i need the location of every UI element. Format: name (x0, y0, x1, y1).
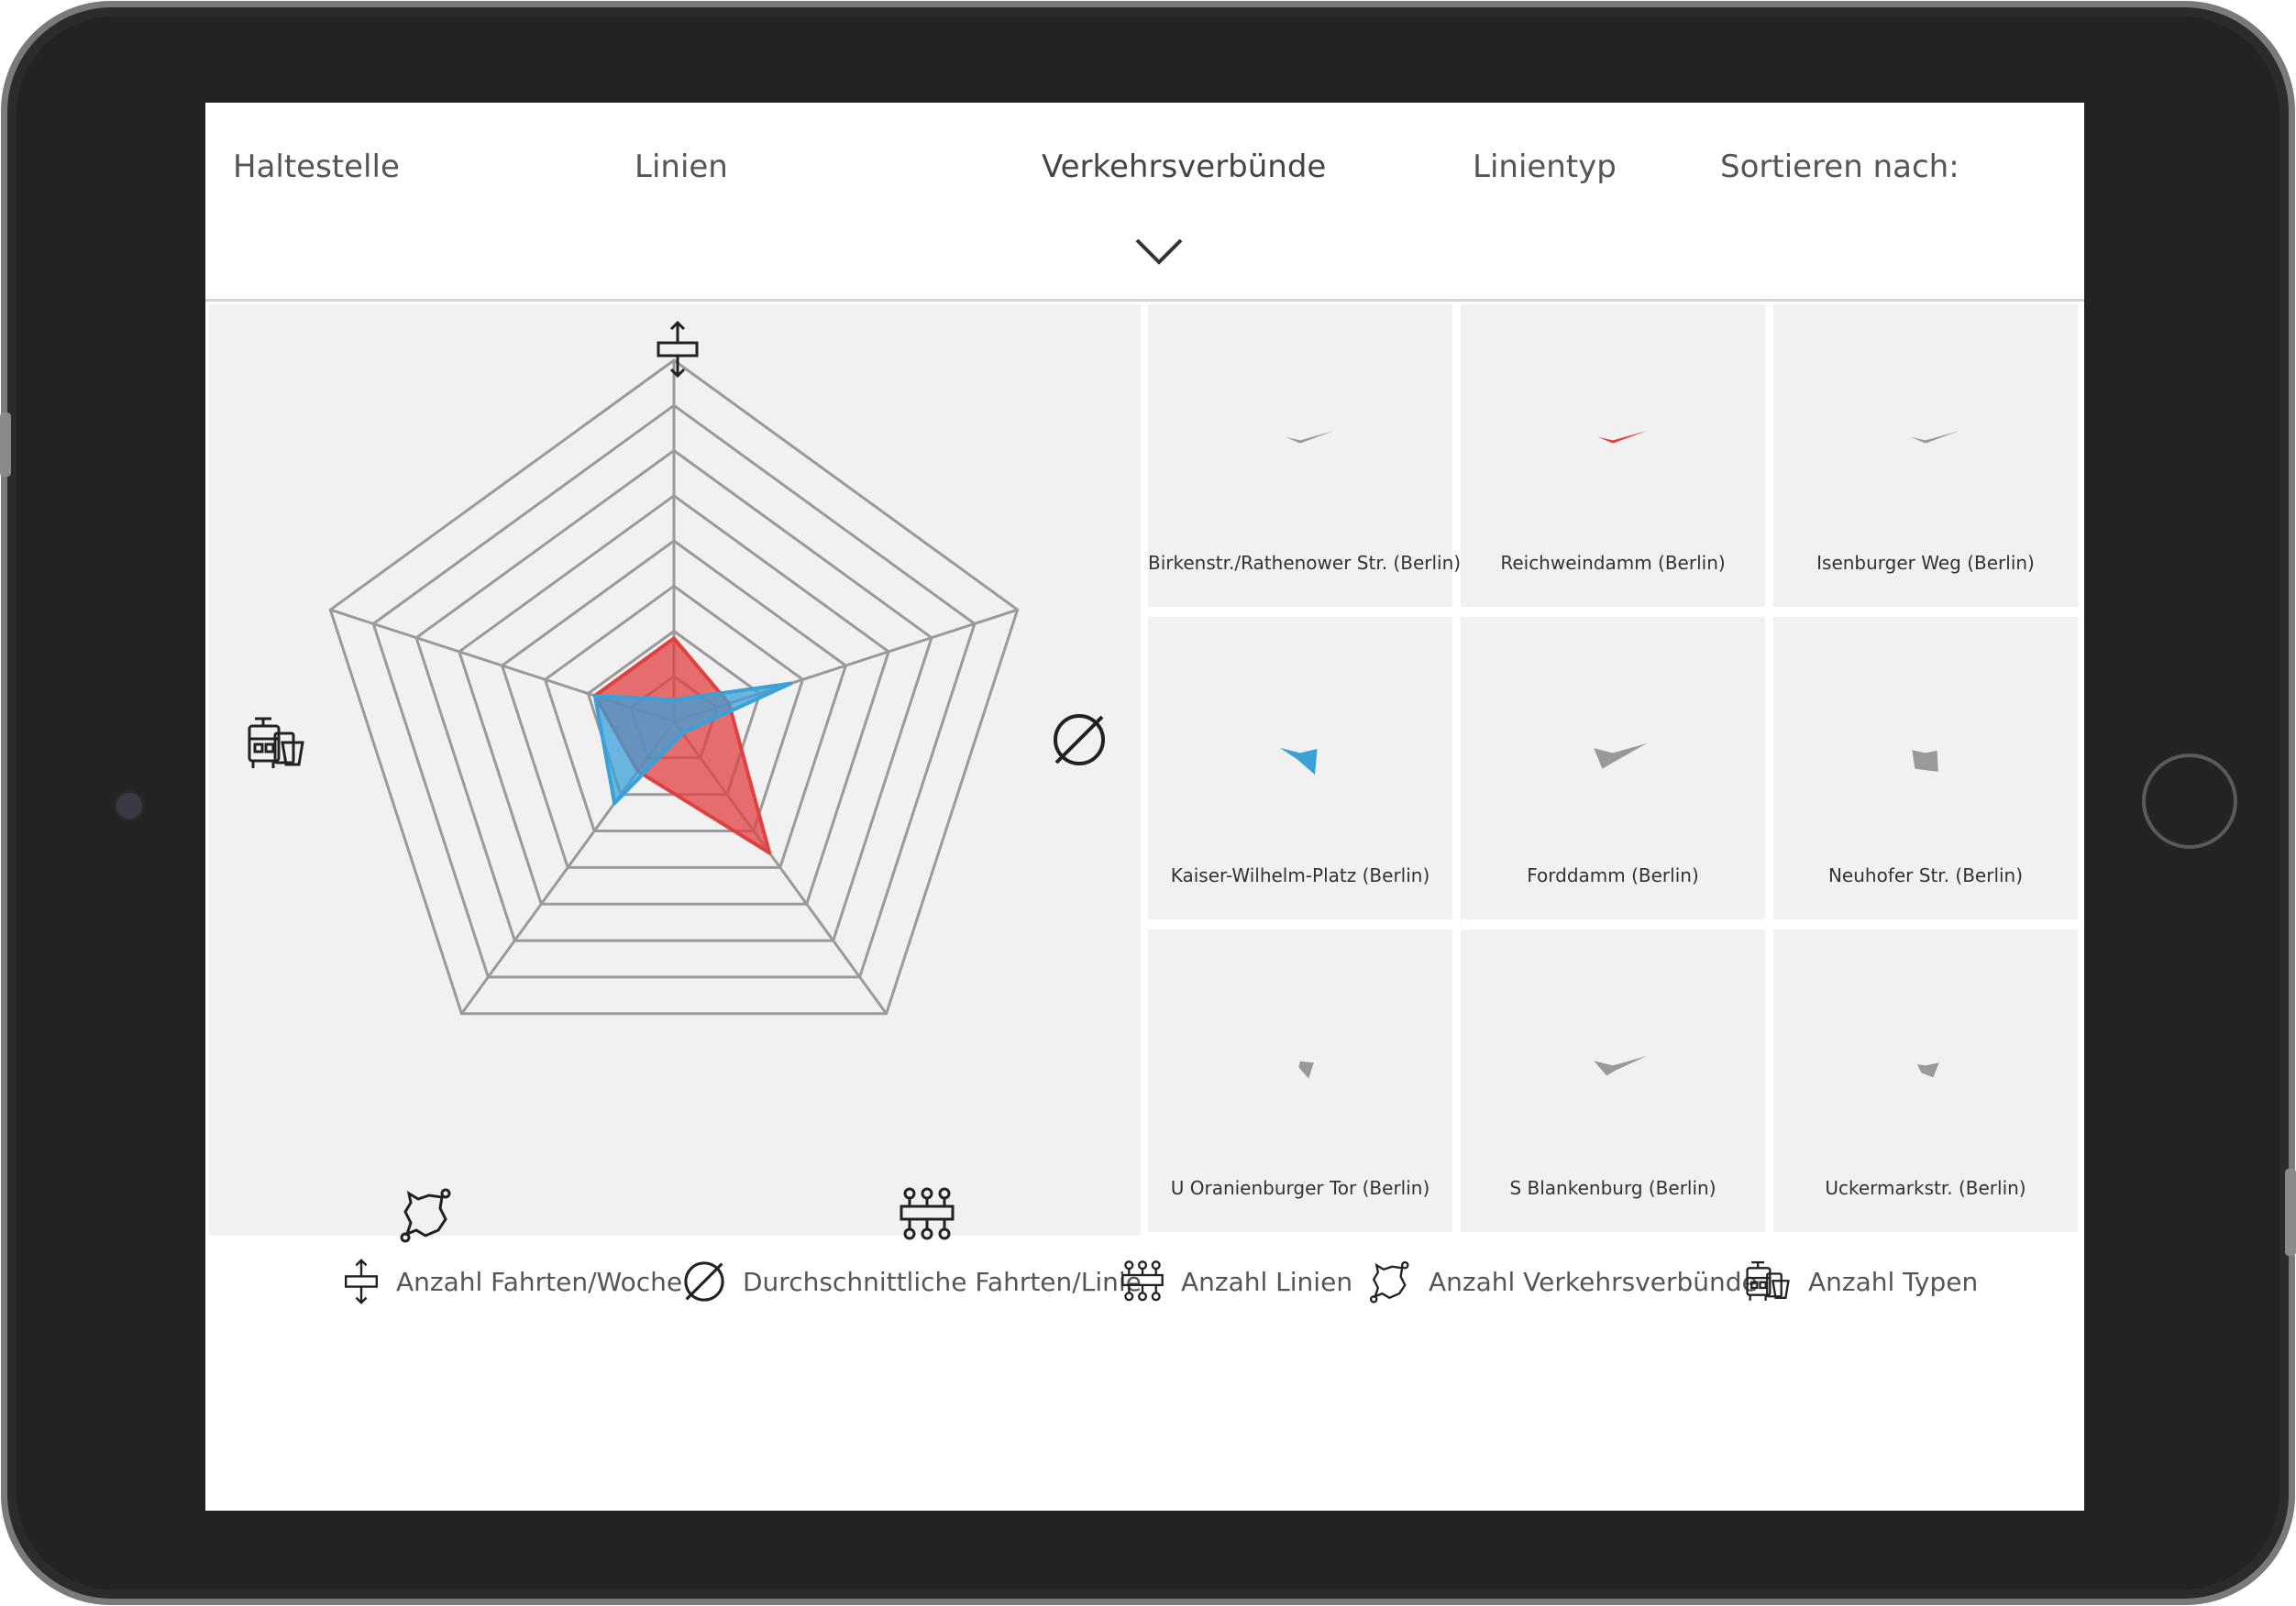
legend: Anzahl Fahrten/Woche Durchschnittliche F… (205, 1236, 2084, 1327)
lines-network-icon (1121, 1260, 1164, 1302)
station-card[interactable]: Kaiser-Wilhelm-Platz (Berlin) (1148, 617, 1452, 919)
home-button[interactable] (2142, 754, 2237, 849)
station-label: Reichweindamm (Berlin) (1500, 552, 1726, 574)
legend-label: Anzahl Linien (1181, 1266, 1353, 1297)
arrows-bar-icon (345, 1259, 378, 1304)
legend-label: Anzahl Verkehrsverbünde (1429, 1266, 1758, 1297)
station-shape (1594, 1055, 1648, 1076)
station-shape (1910, 430, 1960, 444)
station-shape (1279, 747, 1318, 776)
station-shape (1298, 1061, 1314, 1079)
legend-label: Anzahl Typen (1808, 1266, 1979, 1297)
diameter-icon (1054, 714, 1105, 765)
station-label: Uckermarkstr. (Berlin) (1825, 1177, 2026, 1199)
station-card[interactable]: S Blankenburg (Berlin) (1461, 930, 1765, 1232)
chevron-down-icon[interactable] (1133, 236, 1185, 266)
station-card[interactable]: Neuhofer Str. (Berlin) (1773, 617, 2078, 919)
station-label: Kaiser-Wilhelm-Platz (Berlin) (1170, 864, 1430, 886)
station-label: S Blankenburg (Berlin) (1509, 1177, 1716, 1199)
front-camera (114, 790, 145, 821)
legend-item-fahrten: Anzahl Fahrten/Woche (343, 1258, 682, 1305)
legend-label: Durchschnittliche Fahrten/Linie (743, 1266, 1142, 1297)
legend-item-typen: Anzahl Typen (1744, 1258, 1978, 1305)
station-card[interactable]: Birkenstr./Rathenower Str. (Berlin) (1148, 304, 1462, 607)
station-shape (1594, 742, 1648, 769)
station-label: Neuhofer Str. (Berlin) (1827, 864, 2024, 886)
diameter-icon (684, 1261, 724, 1302)
legend-label: Anzahl Fahrten/Woche (396, 1266, 683, 1297)
station-shape (1597, 430, 1648, 444)
station-card[interactable]: Forddamm (Berlin) (1461, 617, 1765, 919)
station-card[interactable]: U Oranienburger Tor (Berlin) (1148, 930, 1452, 1232)
nav-linientyp[interactable]: Linientyp (1473, 148, 1617, 185)
nav-verkehrsverbuende[interactable]: Verkehrsverbünde (1042, 148, 1326, 185)
legend-item-durchschnitt: Durchschnittliche Fahrten/Linie (682, 1258, 1142, 1305)
nav-sortieren[interactable]: Sortieren nach: (1720, 148, 1959, 185)
vehicles-icon (248, 717, 304, 768)
station-shape (1285, 430, 1335, 444)
region-map-icon (400, 1188, 451, 1243)
nav-linien[interactable]: Linien (635, 148, 728, 185)
arrows-bar-icon (657, 321, 699, 378)
legend-item-verkehrsverbuende: Anzahl Verkehrsverbünde (1368, 1258, 1758, 1305)
vehicles-icon (1746, 1260, 1790, 1301)
radar-chart (328, 358, 1020, 1016)
app-screen: Haltestelle Linien Verkehrsverbünde Lini… (205, 103, 2084, 1511)
station-label: Forddamm (Berlin) (1527, 864, 1699, 886)
nav-haltestelle[interactable]: Haltestelle (233, 148, 400, 185)
station-card[interactable]: Isenburger Weg (Berlin) (1773, 304, 2078, 607)
station-card[interactable]: Reichweindamm (Berlin) (1461, 304, 1765, 607)
station-label: U Oranienburger Tor (Berlin) (1170, 1177, 1430, 1199)
station-label: Birkenstr./Rathenower Str. (Berlin) (1148, 552, 1462, 574)
top-navigation: Haltestelle Linien Verkehrsverbünde Lini… (205, 103, 2084, 302)
legend-item-linien: Anzahl Linien (1120, 1258, 1352, 1305)
tablet-frame: Haltestelle Linien Verkehrsverbünde Lini… (0, 0, 2296, 1606)
station-shape (1912, 750, 1938, 772)
lines-network-icon (900, 1187, 955, 1240)
region-map-icon (1369, 1260, 1409, 1304)
station-shape (1917, 1062, 1939, 1078)
radar-chart-panel (209, 304, 1141, 1243)
station-card[interactable]: Uckermarkstr. (Berlin) (1773, 930, 2078, 1232)
station-grid: Birkenstr./Rathenower Str. (Berlin) Reich… (1148, 304, 2084, 1236)
station-label: Isenburger Weg (Berlin) (1816, 552, 2035, 574)
